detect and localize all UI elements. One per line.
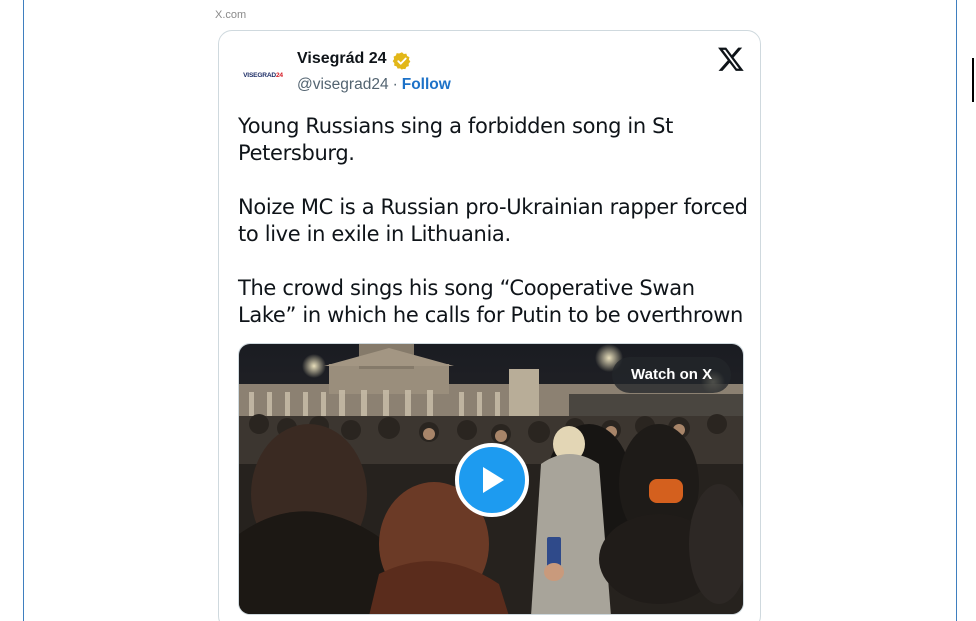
scrollbar-thumb[interactable] <box>972 58 974 102</box>
embed-source-label: X.com <box>215 9 247 21</box>
avatar-logo-word: VISEGRAD <box>243 71 276 79</box>
play-button[interactable] <box>455 443 529 517</box>
author-handle[interactable]: @visegrad24 <box>297 76 389 93</box>
follow-link[interactable]: Follow <box>402 76 451 93</box>
tweet-paragraph: Young Russians sing a forbidden song in … <box>238 114 674 165</box>
avatar-logo-number: 24 <box>275 71 283 79</box>
author-handle-row: @visegrad24 · Follow <box>297 76 451 94</box>
content-frame-left-border <box>23 0 24 621</box>
embedded-tweet-card[interactable]: VISEGRAD24 Visegrád 24 @visegrad24 · Follo… <box>218 30 761 621</box>
video-thumbnail[interactable]: Watch on X <box>238 343 744 615</box>
tweet-paragraph: The crowd sings his song “Cooperative Sw… <box>238 276 743 327</box>
play-icon <box>483 467 504 493</box>
page: X.com VISEGRAD24 Visegrád 24 @visegrad24… <box>0 0 976 621</box>
watch-on-x-button[interactable]: Watch on X <box>612 357 732 393</box>
content-frame-right-border <box>956 0 957 621</box>
author-name[interactable]: Visegrád 24 <box>297 50 387 68</box>
tweet-paragraph: Noize MC is a Russian pro-Ukrainian rapp… <box>238 195 748 246</box>
tweet-body: Young Russians sing a forbidden song in … <box>238 113 748 329</box>
handle-separator: · <box>392 76 398 93</box>
x-logo-icon[interactable] <box>717 45 745 73</box>
avatar-logo-text: VISEGRAD24 <box>243 72 283 79</box>
author-avatar[interactable]: VISEGRAD24 <box>238 50 288 100</box>
verified-badge-icon <box>392 52 411 70</box>
